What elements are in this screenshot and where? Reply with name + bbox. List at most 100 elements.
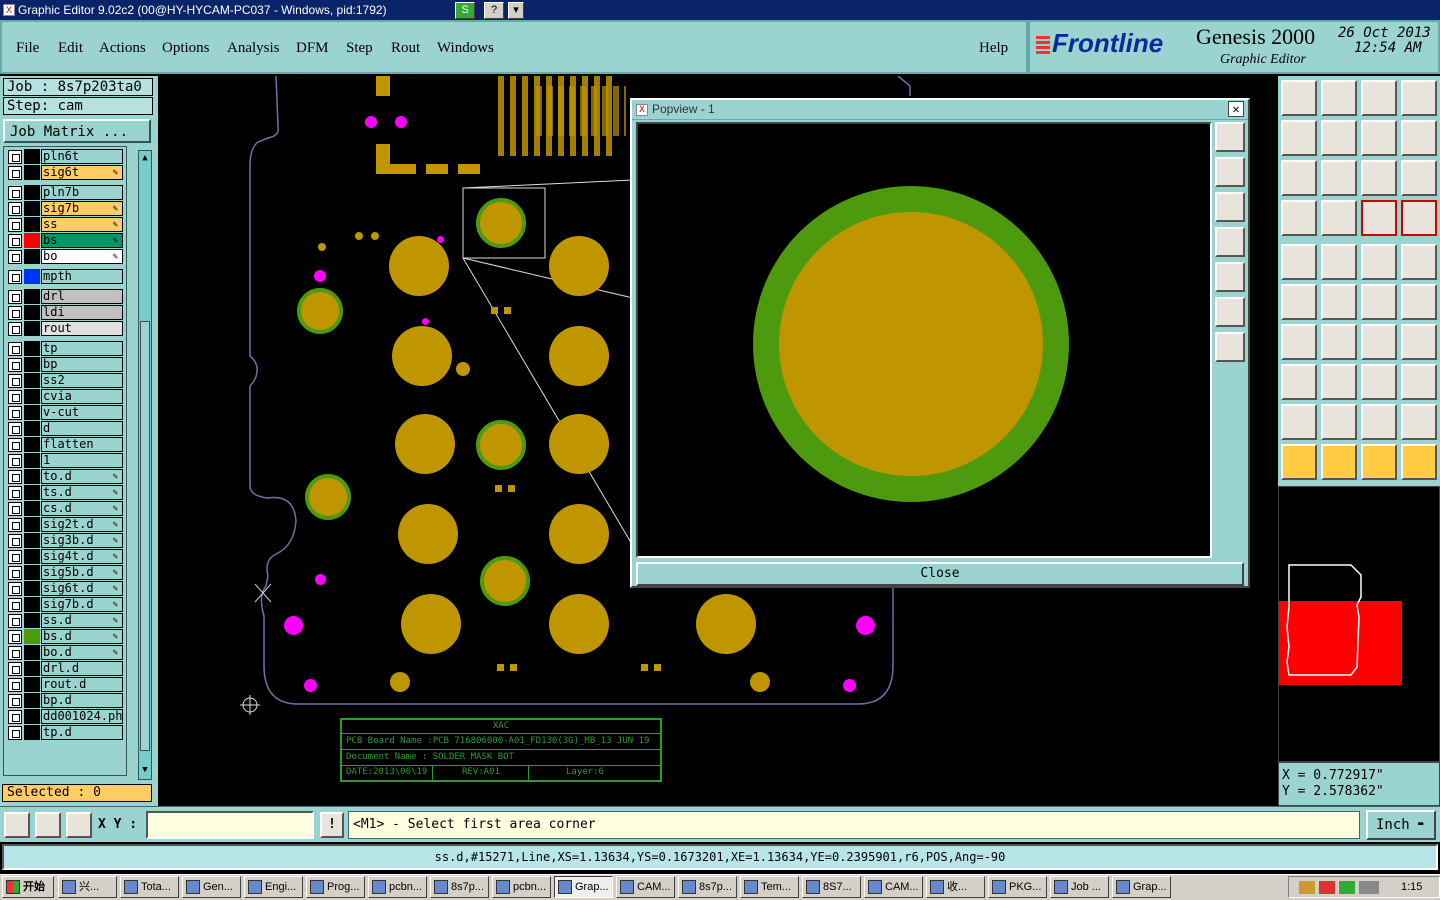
layer-name[interactable]: tp.d <box>41 725 123 740</box>
angle-icon[interactable] <box>1281 324 1317 360</box>
measure-icon[interactable] <box>1361 404 1397 440</box>
layer-row[interactable]: bp.d <box>8 693 126 708</box>
settings-icon[interactable] <box>1281 200 1317 236</box>
home-icon[interactable] <box>1281 80 1317 116</box>
layer-row[interactable]: mpth <box>8 269 126 284</box>
layer-row[interactable]: ss.d ✎ <box>8 613 126 628</box>
select-box-icon[interactable] <box>1321 444 1357 480</box>
layer-row[interactable]: ss2 <box>8 373 126 388</box>
taskbar-item[interactable]: Grap... <box>1112 876 1171 898</box>
group-icon[interactable] <box>1401 364 1437 400</box>
layer-name[interactable]: ts.d ✎ <box>41 485 123 500</box>
taskbar-item[interactable]: pcbn... <box>368 876 427 898</box>
layer-row[interactable]: dd001024.pho <box>8 709 126 724</box>
layer-checkbox[interactable] <box>8 250 22 264</box>
layer-color-swatch[interactable] <box>24 405 40 420</box>
layer-name[interactable]: bs.d ✎ <box>41 629 123 644</box>
close-icon[interactable]: ✕ <box>1228 101 1244 117</box>
layer-row[interactable]: v-cut <box>8 405 126 420</box>
feature-icon[interactable] <box>1361 200 1397 236</box>
undo-icon[interactable] <box>1361 120 1397 156</box>
layer-checkbox[interactable] <box>8 234 22 248</box>
layer-color-swatch[interactable] <box>24 709 40 724</box>
layer-checkbox[interactable] <box>8 694 22 708</box>
layer-name[interactable]: ss2 <box>41 373 123 388</box>
layer-row[interactable]: sig7b ✎ <box>8 201 126 216</box>
circle-icon[interactable] <box>1401 244 1437 280</box>
layer-checkbox[interactable] <box>8 566 22 580</box>
layer-color-swatch[interactable] <box>24 533 40 548</box>
layer-color-swatch[interactable] <box>24 629 40 644</box>
layer-row[interactable]: tp <box>8 341 126 356</box>
layer-row[interactable]: sig4t.d ✎ <box>8 549 126 564</box>
taskbar-item[interactable]: pcbn... <box>492 876 551 898</box>
mark-icon[interactable] <box>1401 404 1437 440</box>
layer-checkbox[interactable] <box>8 534 22 548</box>
layer-name[interactable]: drl.d <box>41 661 123 676</box>
layer-name[interactable]: pln6t <box>41 149 123 164</box>
taskbar-item[interactable]: PKG... <box>988 876 1047 898</box>
polygon-icon[interactable] <box>1321 404 1357 440</box>
lasso-icon[interactable] <box>1361 444 1397 480</box>
layer-color-swatch[interactable] <box>24 693 40 708</box>
layer-row[interactable]: tp.d <box>8 725 126 740</box>
pan-up-icon[interactable] <box>1215 157 1245 187</box>
layer-color-swatch[interactable] <box>24 233 40 248</box>
zoom-fit-icon[interactable] <box>1215 122 1245 152</box>
layer-checkbox[interactable] <box>8 486 22 500</box>
layer-checkbox[interactable] <box>8 470 22 484</box>
layer-name[interactable]: sig2t.d ✎ <box>41 517 123 532</box>
layer-checkbox[interactable] <box>8 598 22 612</box>
taskbar-item[interactable]: 兴... <box>58 876 117 898</box>
layer-checkbox[interactable] <box>8 374 22 388</box>
layer-checkbox[interactable] <box>8 550 22 564</box>
layer-name[interactable]: pln7b <box>41 185 123 200</box>
menu-edit[interactable]: Edit <box>58 40 83 57</box>
layer-row[interactable]: ss ✎ <box>8 217 126 232</box>
layer-color-swatch[interactable] <box>24 185 40 200</box>
popview-canvas[interactable] <box>636 122 1212 558</box>
taskbar-item[interactable]: Job ... <box>1050 876 1109 898</box>
layer-checkbox[interactable] <box>8 678 22 692</box>
grid-icon[interactable] <box>66 812 92 838</box>
taskbar-item[interactable]: Gen... <box>182 876 241 898</box>
angle-icon[interactable] <box>35 812 61 838</box>
layer-name[interactable]: dd001024.pho <box>41 709 123 724</box>
s-icon[interactable]: S <box>455 2 475 19</box>
taskbar-item[interactable]: 8S7... <box>802 876 861 898</box>
layer-color-swatch[interactable] <box>24 357 40 372</box>
copy-icon[interactable] <box>1361 284 1397 320</box>
menu-help[interactable]: Help <box>979 40 1008 57</box>
layer-checkbox[interactable] <box>8 186 22 200</box>
layer-color-swatch[interactable] <box>24 597 40 612</box>
menu-analysis[interactable]: Analysis <box>227 40 280 57</box>
taskbar-item[interactable]: Grap... <box>554 876 613 898</box>
warning-icon[interactable]: ! <box>320 812 344 838</box>
taskbar-item[interactable]: 8s7p... <box>430 876 489 898</box>
layer-color-swatch[interactable] <box>24 725 40 740</box>
start-button[interactable]: 开始 <box>2 876 54 898</box>
down-icon[interactable] <box>1321 80 1357 116</box>
layer-color-swatch[interactable] <box>24 565 40 580</box>
menu-file[interactable]: File <box>16 40 39 57</box>
layer-name[interactable]: ss ✎ <box>41 217 123 232</box>
layer-name[interactable]: sig6t ✎ <box>41 165 123 180</box>
layer-checkbox[interactable] <box>8 322 22 336</box>
layer-color-swatch[interactable] <box>24 321 40 336</box>
layer-checkbox[interactable] <box>8 662 22 676</box>
layer-checkbox[interactable] <box>8 270 22 284</box>
layer-checkbox[interactable] <box>8 726 22 740</box>
layer-color-swatch[interactable] <box>24 501 40 516</box>
route-icon[interactable] <box>1401 444 1437 480</box>
layer-checkbox[interactable] <box>8 438 22 452</box>
layer-color-swatch[interactable] <box>24 305 40 320</box>
layer-name[interactable]: sig3b.d ✎ <box>41 533 123 548</box>
pointer-icon[interactable] <box>1281 444 1317 480</box>
layer-color-swatch[interactable] <box>24 341 40 356</box>
layer-name[interactable]: bp <box>41 357 123 372</box>
shape-icon[interactable] <box>1281 364 1317 400</box>
taskbar-item[interactable]: Tem... <box>740 876 799 898</box>
menu-dfm[interactable]: DFM <box>296 40 329 57</box>
layer-color-swatch[interactable] <box>24 149 40 164</box>
help-icon[interactable] <box>1401 160 1437 196</box>
